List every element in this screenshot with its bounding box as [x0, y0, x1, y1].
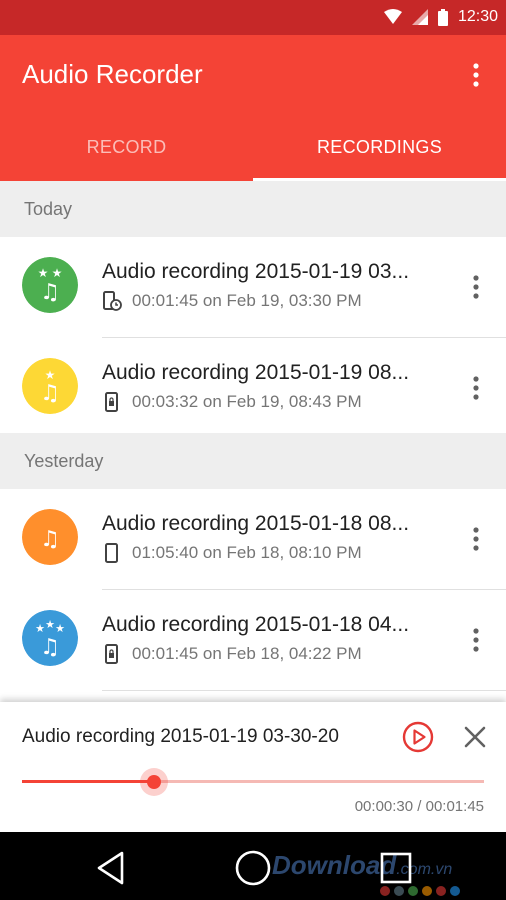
tab-recordings[interactable]: RECORDINGS	[253, 113, 506, 181]
svg-text:★: ★	[55, 622, 65, 635]
back-icon[interactable]	[91, 848, 131, 888]
home-icon[interactable]	[233, 848, 273, 888]
seek-bar[interactable]	[22, 780, 484, 783]
close-icon[interactable]	[462, 724, 488, 750]
section-header-label: Today	[24, 198, 73, 219]
section-header-today: Today	[0, 181, 506, 237]
svg-text:♫: ♫	[40, 280, 60, 305]
mini-player: Audio recording 2015-01-19 03-30-20 00:0…	[0, 702, 506, 832]
wifi-icon	[383, 9, 402, 24]
more-options-icon[interactable]	[466, 626, 486, 654]
tab-recordings-label: RECORDINGS	[316, 136, 442, 157]
navigation-bar: Download.com.vn	[0, 832, 506, 900]
watermark-dots	[380, 886, 460, 896]
section-header-yesterday: Yesterday	[0, 433, 506, 489]
three-stars-music-note-icon: ★ ★ ★ ♫	[22, 610, 78, 666]
more-options-icon[interactable]	[466, 273, 486, 301]
svg-text:★: ★	[35, 622, 45, 635]
status-bar: 12:30	[0, 0, 506, 35]
recording-detail-text: 00:03:32 on Feb 19, 08:43 PM	[132, 392, 362, 411]
tab-record[interactable]: RECORD	[0, 113, 253, 181]
phone-icon	[105, 543, 118, 563]
app-bar: Audio Recorder	[0, 35, 506, 113]
recording-title: Audio recording 2015-01-18 08...	[102, 512, 410, 535]
divider	[102, 690, 506, 691]
recording-detail-text: 00:01:45 on Feb 19, 03:30 PM	[132, 291, 362, 310]
list-item[interactable]: ♫ Audio recording 2015-01-18 08... 01:05…	[0, 489, 506, 590]
phone-clock-icon	[103, 291, 122, 311]
tab-record-label: RECORD	[86, 136, 167, 157]
overflow-menu-icon[interactable]	[464, 61, 488, 89]
list-item[interactable]: ★ ★ ♫ Audio recording 2015-01-19 03... 0…	[0, 237, 506, 338]
two-stars-music-note-icon: ★ ★ ♫	[22, 257, 78, 313]
tab-bar: RECORD RECORDINGS	[0, 113, 506, 181]
signal-icon	[411, 9, 428, 25]
recording-detail: 00:01:45 on Feb 19, 03:30 PM	[102, 291, 362, 311]
section-header-label: Yesterday	[24, 450, 104, 471]
recording-title: Audio recording 2015-01-19 08...	[102, 361, 410, 384]
svg-text:♫: ♫	[40, 527, 60, 552]
more-options-icon[interactable]	[466, 525, 486, 553]
status-icons: 12:30	[383, 8, 498, 26]
recording-title: Audio recording 2015-01-18 04...	[102, 613, 410, 636]
recording-detail: 00:03:32 on Feb 19, 08:43 PM	[102, 392, 362, 412]
more-options-icon[interactable]	[466, 374, 486, 402]
one-star-music-note-icon: ★ ♫	[22, 358, 78, 414]
svg-text:♫: ♫	[40, 381, 60, 406]
play-icon[interactable]	[402, 721, 434, 753]
player-title: Audio recording 2015-01-19 03-30-20	[22, 726, 339, 747]
recording-detail: 00:01:45 on Feb 18, 04:22 PM	[102, 644, 362, 664]
status-time: 12:30	[457, 8, 498, 25]
recent-apps-icon[interactable]	[376, 848, 416, 888]
seek-bar-progress	[22, 780, 155, 783]
recording-detail-text: 01:05:40 on Feb 18, 08:10 PM	[132, 543, 362, 562]
svg-text:★: ★	[38, 266, 49, 280]
list-item[interactable]: ★ ★ ★ ♫ Audio recording 2015-01-18 04...…	[0, 590, 506, 691]
svg-text:♫: ♫	[40, 635, 60, 660]
music-note-icon: ♫	[22, 509, 78, 565]
playback-time: 00:00:30 / 00:01:45	[354, 798, 484, 815]
app-title: Audio Recorder	[22, 59, 203, 89]
phone-lock-icon	[105, 644, 118, 664]
svg-text:★: ★	[45, 368, 56, 382]
recording-detail-text: 00:01:45 on Feb 18, 04:22 PM	[132, 644, 362, 663]
svg-text:★: ★	[52, 266, 63, 280]
battery-icon	[437, 8, 448, 26]
list-item[interactable]: ★ ♫ Audio recording 2015-01-19 08... 00:…	[0, 338, 506, 439]
phone-lock-icon	[105, 392, 118, 412]
recording-detail: 01:05:40 on Feb 18, 08:10 PM	[102, 543, 362, 563]
recording-title: Audio recording 2015-01-19 03...	[102, 260, 410, 283]
watermark: Download.com.vn	[272, 850, 452, 881]
svg-text:★: ★	[45, 618, 55, 631]
